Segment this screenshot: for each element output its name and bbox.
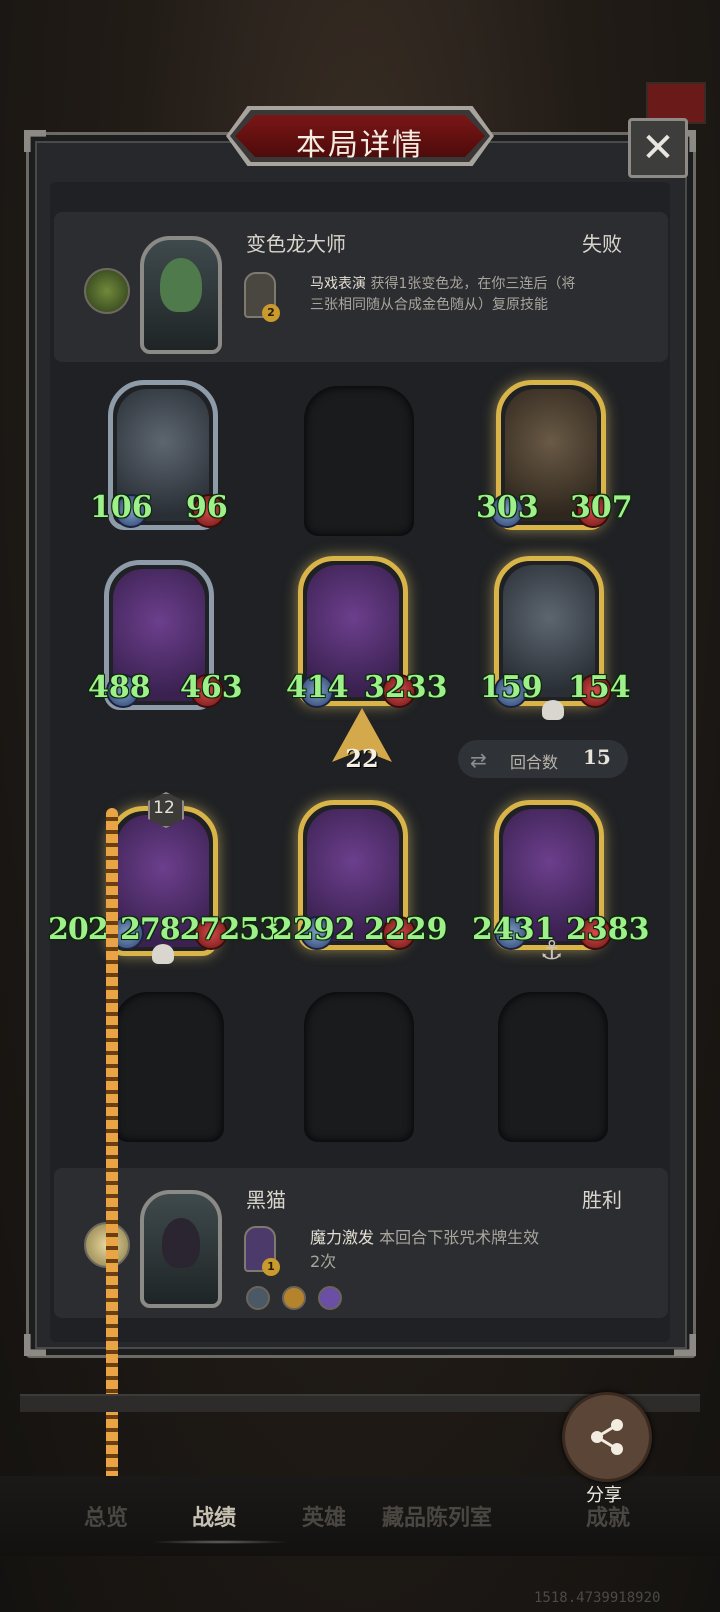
player-skill-card[interactable]: 1 bbox=[244, 1226, 280, 1276]
share-label: 分享 bbox=[586, 1485, 622, 1506]
refresh-icon: ⇄ bbox=[470, 748, 487, 772]
chameleon-icon bbox=[160, 258, 202, 312]
share-button[interactable] bbox=[562, 1392, 652, 1482]
minion-health: 154 bbox=[568, 670, 631, 705]
minion-attack: 202 bbox=[48, 912, 109, 947]
round-value: 15 bbox=[583, 745, 611, 769]
horn-icon[interactable] bbox=[282, 1286, 306, 1310]
empty-slot bbox=[304, 992, 414, 1142]
minion-attack: 2292 bbox=[272, 912, 356, 947]
fist-icon[interactable] bbox=[318, 1286, 342, 1310]
minion-health: 96 bbox=[186, 490, 228, 525]
nav-active-indicator bbox=[150, 1540, 290, 1544]
opponent-skill-card[interactable]: 2 bbox=[244, 272, 280, 322]
nav-overview[interactable]: 总览 bbox=[84, 1500, 128, 1532]
player-skill-desc-1: 本回合下张咒术牌生效 bbox=[379, 1228, 540, 1247]
nav-records[interactable]: 战绩 bbox=[192, 1500, 236, 1532]
minion-health: 3233 bbox=[364, 670, 448, 705]
close-icon: ✕ bbox=[641, 125, 675, 171]
minion-attack: 414 bbox=[286, 670, 349, 705]
opponent-hero-icon bbox=[84, 268, 130, 314]
player-skill-name: 魔力激发 bbox=[310, 1228, 375, 1247]
minion-health: 463 bbox=[180, 670, 243, 705]
opponent-skill-name: 马戏表演 bbox=[310, 276, 366, 292]
share-icon bbox=[591, 1419, 623, 1455]
round-label: 回合数 bbox=[510, 753, 559, 772]
minion-attack: 159 bbox=[480, 670, 543, 705]
debug-coordinate: 1518.4739918920 bbox=[534, 1590, 661, 1606]
anchor-icon: ⚓ bbox=[540, 936, 564, 966]
nav-heroes[interactable]: 英雄 bbox=[302, 1500, 346, 1532]
minion-health: 307 bbox=[570, 490, 633, 525]
skill-cost-badge: 1 bbox=[262, 1258, 280, 1276]
player-portrait[interactable] bbox=[140, 1190, 222, 1308]
gold-chain bbox=[106, 808, 118, 1538]
minion-health: 2383 bbox=[566, 912, 650, 947]
opponent-skill-text: 马戏表演 获得1张变色龙，在你三连后（将 三张相同随从合成金色随从）复原技能 bbox=[310, 274, 640, 316]
opponent-skill-desc-2: 三张相同随从合成金色随从）复原技能 bbox=[310, 297, 548, 313]
tier-value: 12 bbox=[153, 798, 175, 818]
opponent-portrait[interactable] bbox=[140, 236, 222, 354]
minion-health: 27827253 bbox=[120, 912, 280, 947]
tavern-level: 22 bbox=[345, 744, 379, 773]
player-skill-desc-2: 2次 bbox=[310, 1252, 337, 1271]
nav-collection[interactable]: 藏品陈列室 bbox=[382, 1500, 492, 1532]
skull-icon bbox=[152, 944, 174, 964]
player-skill-text: 魔力激发 本回合下张咒术牌生效 2次 bbox=[310, 1226, 640, 1274]
opponent-result: 失败 bbox=[582, 232, 622, 256]
player-name: 黑猫 bbox=[246, 1188, 286, 1212]
skill-cost-badge: 2 bbox=[262, 304, 280, 322]
empty-slot bbox=[498, 992, 608, 1142]
skull-icon bbox=[542, 700, 564, 720]
empty-slot bbox=[304, 386, 414, 536]
sword-icon[interactable] bbox=[246, 1286, 270, 1310]
player-result: 胜利 bbox=[582, 1188, 622, 1212]
close-button[interactable]: ✕ bbox=[628, 118, 688, 178]
minion-attack: 303 bbox=[476, 490, 539, 525]
minion-health: 2229 bbox=[364, 912, 448, 947]
title-plate: 本局详情 bbox=[226, 106, 494, 166]
empty-slot bbox=[114, 992, 224, 1142]
dialog-title: 本局详情 bbox=[296, 128, 424, 163]
opponent-skill-desc-1: 获得1张变色龙，在你三连后（将 bbox=[370, 276, 576, 292]
minion-attack: 488 bbox=[88, 670, 151, 705]
opponent-name: 变色龙大师 bbox=[246, 232, 346, 256]
minion-attack: 106 bbox=[90, 490, 153, 525]
black-cat-icon bbox=[162, 1218, 200, 1268]
